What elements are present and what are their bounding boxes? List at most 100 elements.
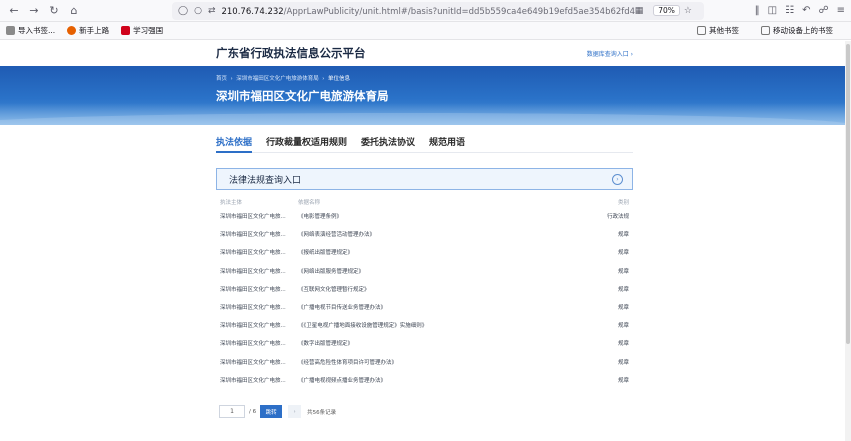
qr-code-icon[interactable]: ▦ [635, 6, 644, 16]
bookmark-mobile[interactable]: 移动设备上的书签 [761, 25, 833, 36]
bookmark-other[interactable]: 其他书签 [697, 25, 739, 36]
reader-icon[interactable]: ☷ [785, 5, 794, 16]
database-entry-link[interactable]: 数据库查询入口 › [587, 49, 633, 58]
breadcrumb-current: 单位信息 [327, 76, 350, 82]
cell-basis-name[interactable]: 《广播电视节目传送业务管理办法》 [298, 303, 573, 311]
folder-icon [761, 26, 770, 35]
total-pages: / 6 [249, 408, 257, 415]
table-row[interactable]: 深圳市福田区文化广电旅... 《《卫星电视广播地面接收设施管理规定》实施细则》 规章 [216, 316, 633, 334]
cell-subject: 深圳市福田区文化广电旅... [220, 323, 286, 330]
home-icon[interactable]: ⌂ [66, 3, 82, 19]
basis-table: 执法主体 依据名称 类别 深圳市福田区文化广电旅... 《电影管理条例》 行政法规深… [216, 196, 633, 389]
law-query-title: 法律法规查询入口 [229, 175, 302, 186]
go-button[interactable]: 跳转 [260, 405, 283, 418]
cell-subject: 深圳市福田区文化广电旅... [220, 359, 286, 366]
cell-basis-name[interactable]: 《互联网文化管理暂行规定》 [298, 285, 573, 293]
site-title: 广东省行政执法信息公示平台 [216, 46, 366, 60]
sidebar-icon[interactable]: ◫ [768, 5, 777, 16]
cell-category: 规章 [617, 377, 629, 384]
cell-subject: 深圳市福田区文化广电旅... [220, 286, 286, 293]
bookmark-label: 其他书签 [709, 26, 739, 35]
cell-category: 规章 [617, 359, 629, 366]
table-header: 执法主体 依据名称 类别 [216, 196, 633, 207]
url-path: /ApprLawPublicity/unit.html#/basis?unitI… [283, 6, 635, 17]
cell-basis-name[interactable]: 《《卫星电视广播地面接收设施管理规定》实施细则》 [298, 321, 573, 329]
cell-subject: 深圳市福田区文化广电旅... [220, 377, 286, 384]
header-basis-name: 依据名称 [298, 199, 321, 206]
back-icon[interactable]: ← [6, 3, 22, 19]
extensions-icon[interactable]: ☍ [818, 5, 828, 16]
cell-category: 规章 [617, 250, 629, 257]
table-row[interactable]: 深圳市福田区文化广电旅... 《数字出版管理规定》 规章 [216, 334, 633, 352]
import-icon [6, 26, 15, 35]
header-subject: 执法主体 [220, 199, 243, 206]
tab-standard-terms[interactable]: 规范用语 [429, 133, 465, 152]
tab-entrusted-agreement[interactable]: 委托执法协议 [361, 133, 415, 152]
cell-category: 规章 [617, 286, 629, 293]
table-row[interactable]: 深圳市福田区文化广电旅... 《网络表演经营活动管理办法》 规章 [216, 225, 633, 243]
browser-toolbar: ← → ↻ ⌂ ◯ ○ ⇄ 210.76.74.232/ApprLawPubli… [0, 0, 851, 22]
law-query-entry[interactable]: 法律法规查询入口 › [216, 168, 633, 190]
undo-icon[interactable]: ↶ [802, 5, 810, 16]
bookmark-label: 新手上路 [79, 26, 110, 35]
table-row[interactable]: 深圳市福田区文化广电旅... 《报纸出版管理规定》 规章 [216, 243, 633, 261]
bookmark-label: 学习强国 [133, 26, 164, 35]
table-body: 深圳市福田区文化广电旅... 《电影管理条例》 行政法规深圳市福田区文化广电旅...… [216, 207, 633, 389]
site-header: 广东省行政执法信息公示平台 数据库查询入口 › [0, 40, 851, 66]
bookmark-import[interactable]: 导入书签... [6, 25, 55, 36]
bookmark-getting-started[interactable]: 新手上路 [67, 25, 109, 36]
cell-basis-name[interactable]: 《网络表演经营活动管理办法》 [298, 230, 573, 238]
cell-basis-name[interactable]: 《报纸出版管理规定》 [298, 248, 573, 256]
shield-icon: ◯ [178, 5, 189, 16]
cell-subject: 深圳市福田区文化广电旅... [220, 305, 286, 312]
table-row[interactable]: 深圳市福田区文化广电旅... 《广播电视节目传送业务管理办法》 规章 [216, 298, 633, 316]
bookmarks-right: 其他书签 移动设备上的书签 [697, 25, 845, 36]
org-name: 深圳市福田区文化广电旅游体育局 [216, 89, 389, 103]
table-row[interactable]: 深圳市福田区文化广电旅... 《广播电视视频点播业务管理办法》 规章 [216, 371, 633, 389]
cell-category: 行政法规 [606, 214, 629, 221]
zoom-level[interactable]: 70% [653, 5, 680, 16]
url-host: 210.76.74.232 [221, 6, 284, 17]
cell-basis-name[interactable]: 《数字出版管理规定》 [298, 339, 573, 347]
scrollbar-thumb[interactable] [846, 44, 850, 344]
cell-subject: 深圳市福田区文化广电旅... [220, 232, 286, 239]
star-icon[interactable]: ☆ [684, 6, 692, 16]
tab-discretion-rules[interactable]: 行政裁量权适用规则 [266, 133, 347, 152]
library-icon[interactable]: ‖ [755, 5, 760, 16]
bookmark-xuexi[interactable]: 学习强国 [121, 25, 163, 36]
cell-category: 规章 [617, 268, 629, 275]
next-page-button[interactable]: › [288, 405, 302, 418]
lock-icon: ○ [194, 5, 202, 16]
cell-basis-name[interactable]: 《网络出版服务管理规定》 [298, 267, 573, 275]
total-records: 共56条记录 [307, 409, 337, 416]
folder-icon [697, 26, 706, 35]
breadcrumb-org[interactable]: 深圳市福田区文化广电旅游体育局 [236, 76, 319, 82]
reload-icon[interactable]: ↻ [46, 3, 62, 19]
table-row[interactable]: 深圳市福田区文化广电旅... 《网络出版服务管理规定》 规章 [216, 262, 633, 280]
table-row[interactable]: 深圳市福田区文化广电旅... 《互联网文化管理暂行规定》 规章 [216, 280, 633, 298]
cell-subject: 深圳市福田区文化广电旅... [220, 341, 286, 348]
tab-bar: 执法依据 行政裁量权适用规则 委托执法协议 规范用语 [216, 133, 633, 153]
pagination: 1 / 6 跳转 › 共56条记录 [219, 405, 336, 418]
arrow-right-icon[interactable]: › [612, 173, 623, 185]
breadcrumb-home[interactable]: 首页 [216, 76, 227, 82]
bookmarks-bar: 导入书签... 新手上路 学习强国 其他书签 移动设备上的书签 [0, 22, 851, 40]
menu-icon[interactable]: ≡ [837, 5, 845, 16]
cell-subject: 深圳市福田区文化广电旅... [220, 268, 286, 275]
cell-basis-name[interactable]: 《经营高危险性体育项目许可管理办法》 [298, 358, 573, 366]
breadcrumb: 首页 › 深圳市福田区文化广电旅游体育局 › 单位信息 [216, 76, 350, 82]
page-input[interactable]: 1 [219, 405, 245, 418]
cell-basis-name[interactable]: 《广播电视视频点播业务管理办法》 [298, 376, 573, 384]
address-bar[interactable]: ◯ ○ ⇄ 210.76.74.232/ApprLawPublicity/uni… [172, 1, 704, 20]
cell-category: 规章 [617, 232, 629, 239]
banner: 首页 › 深圳市福田区文化广电旅游体育局 › 单位信息 深圳市福田区文化广电旅游… [0, 66, 851, 125]
tab-enforcement-basis[interactable]: 执法依据 [216, 133, 253, 153]
cell-subject: 深圳市福田区文化广电旅... [220, 250, 286, 257]
table-row[interactable]: 深圳市福田区文化广电旅... 《经营高危险性体育项目许可管理办法》 规章 [216, 353, 633, 371]
forward-icon[interactable]: → [26, 3, 42, 19]
cell-basis-name[interactable]: 《电影管理条例》 [298, 212, 573, 220]
url-text: 210.76.74.232/ApprLawPublicity/unit.html… [221, 5, 634, 17]
xuexi-icon [121, 26, 131, 35]
cell-category: 规章 [617, 341, 629, 348]
table-row[interactable]: 深圳市福田区文化广电旅... 《电影管理条例》 行政法规 [216, 207, 633, 225]
